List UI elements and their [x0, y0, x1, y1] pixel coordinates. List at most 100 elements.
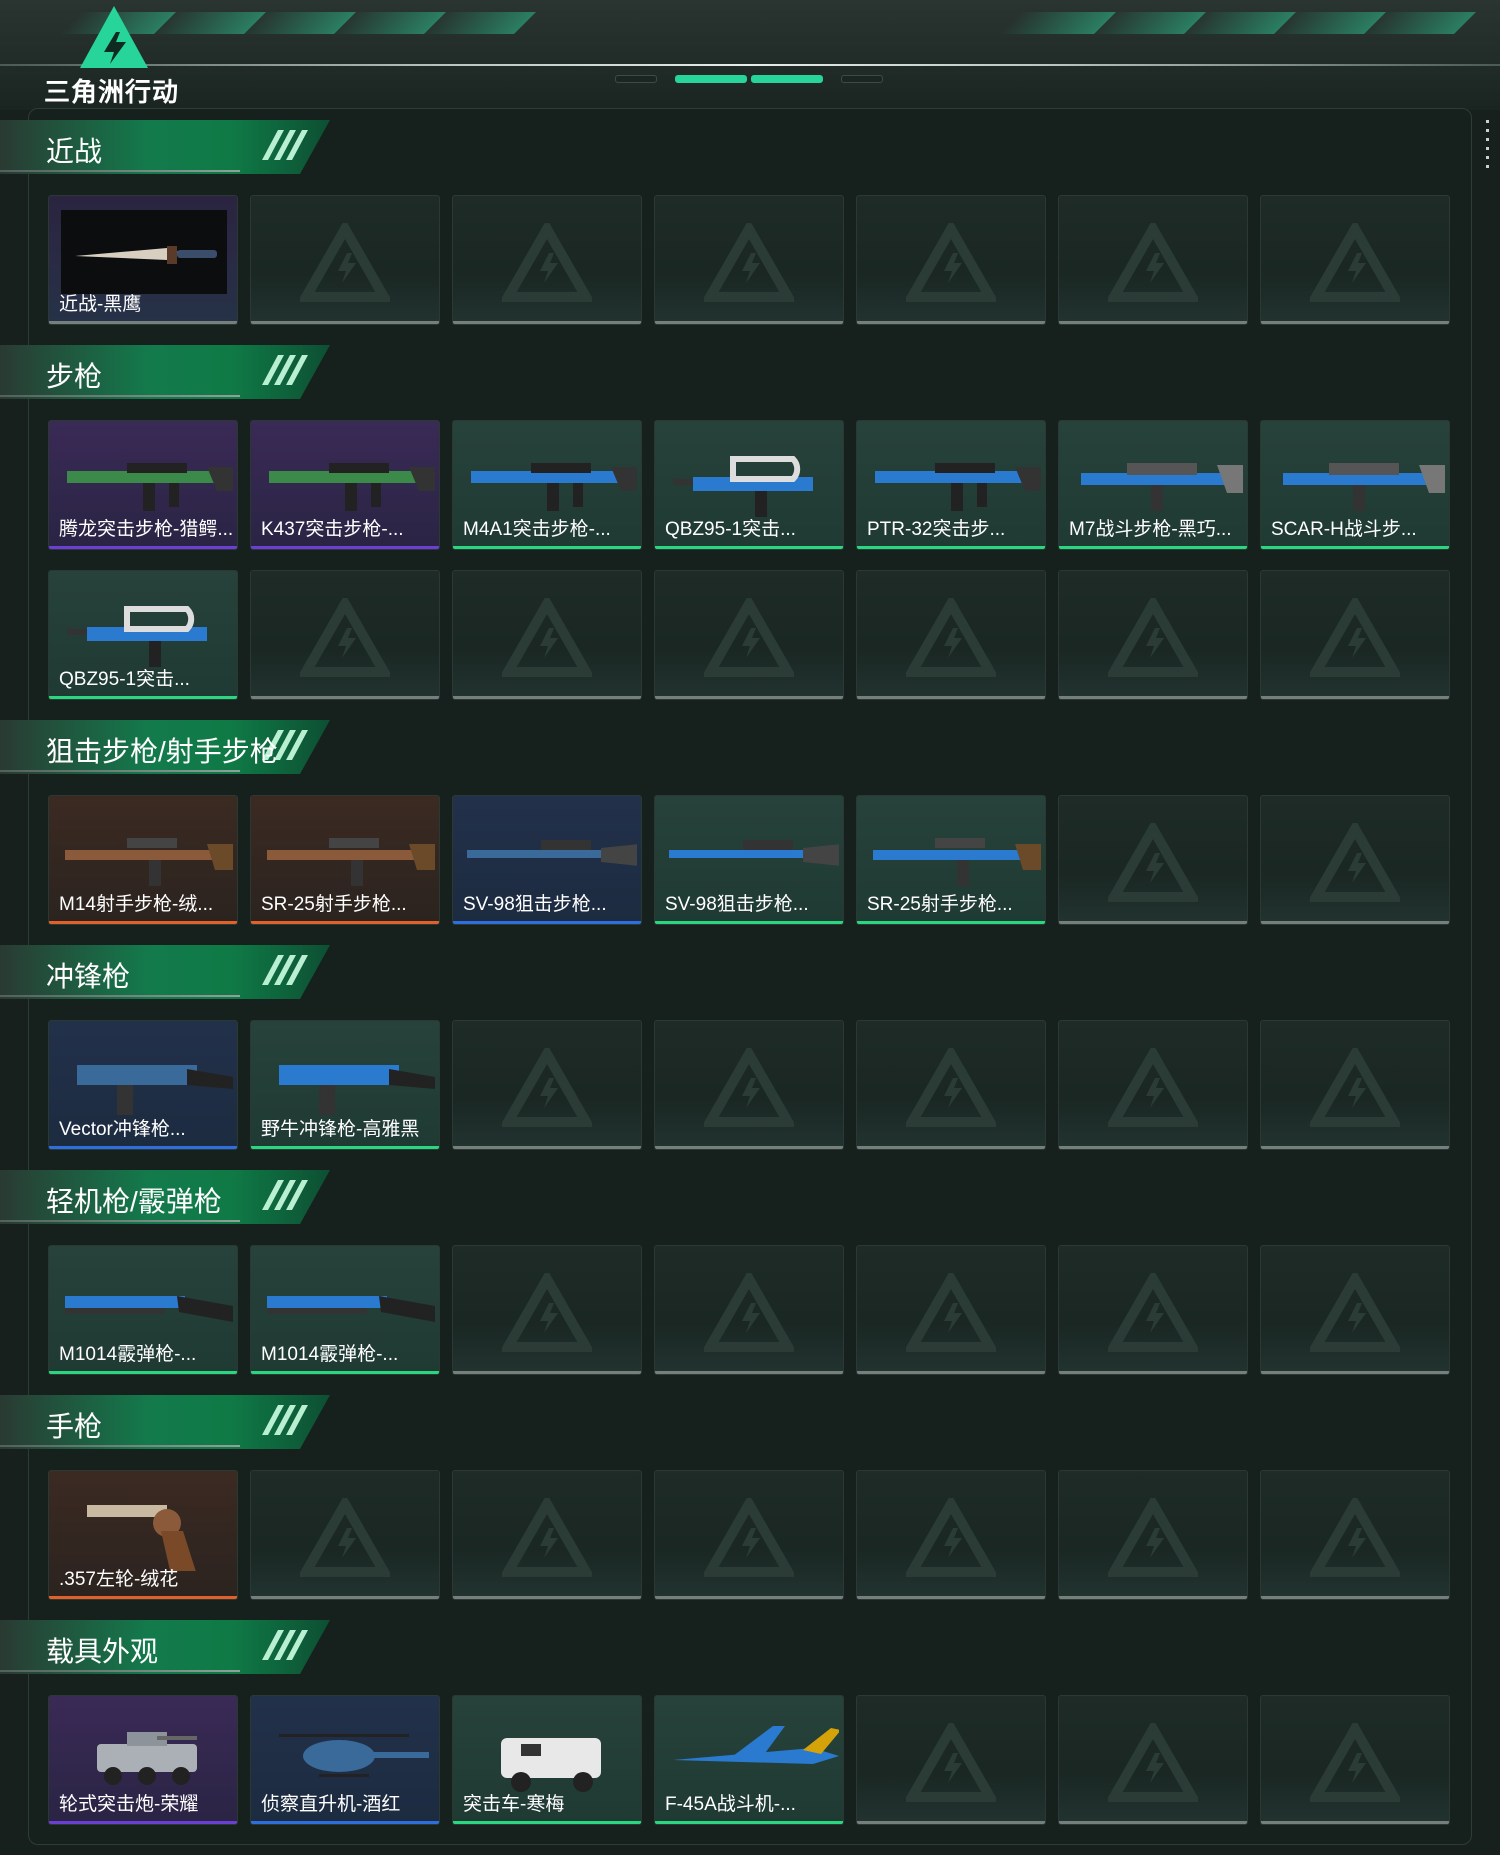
item-label: SCAR-H战斗步... — [1271, 519, 1417, 540]
item-card[interactable]: 突击车-寒梅 — [452, 1695, 642, 1825]
item-card[interactable]: SV-98狙击步枪... — [452, 795, 642, 925]
placeholder-logo-icon — [1310, 822, 1400, 902]
empty-slot — [1058, 1245, 1248, 1375]
fighter-jet-icon — [673, 1726, 839, 1764]
scrollbar[interactable] — [1486, 120, 1490, 174]
rarity-bar — [1261, 1371, 1449, 1374]
rarity-bar — [655, 1371, 843, 1374]
bullpup-rifle-icon — [67, 606, 207, 667]
placeholder-logo-icon — [704, 1497, 794, 1577]
item-card[interactable]: SR-25射手步枪... — [250, 795, 440, 925]
item-card[interactable]: M14射手步枪-绒... — [48, 795, 238, 925]
empty-slot — [654, 1245, 844, 1375]
empty-slot — [1260, 570, 1450, 700]
section-title: 轻机枪/霰弹枪 — [46, 1186, 222, 1217]
rarity-bar — [1059, 321, 1247, 324]
section-title: 近战 — [46, 136, 103, 167]
rarity-bar — [655, 1596, 843, 1599]
placeholder-logo-icon — [502, 1497, 592, 1577]
rarity-bar — [655, 921, 843, 924]
item-card[interactable]: QBZ95-1突击... — [654, 420, 844, 550]
placeholder-logo-icon — [1310, 222, 1400, 302]
placeholder-logo-icon — [1108, 1722, 1198, 1802]
item-label: .357左轮-绒花 — [59, 1569, 179, 1590]
item-card[interactable]: M4A1突击步枪-... — [452, 420, 642, 550]
item-card[interactable]: K437突击步枪-... — [250, 420, 440, 550]
empty-slot — [1260, 1245, 1450, 1375]
item-label: QBZ95-1突击... — [59, 669, 190, 690]
section-header: 轻机枪/霰弹枪 — [0, 1170, 330, 1224]
rarity-bar — [453, 696, 641, 699]
item-card[interactable]: SV-98狙击步枪... — [654, 795, 844, 925]
rarity-bar — [49, 546, 237, 549]
placeholder-logo-icon — [906, 1722, 996, 1802]
item-card[interactable]: 近战-黑鹰 — [48, 195, 238, 325]
item-label: 轮式突击炮-荣耀 — [59, 1794, 199, 1815]
rarity-bar — [857, 921, 1045, 924]
item-card[interactable]: SCAR-H战斗步... — [1260, 420, 1450, 550]
placeholder-logo-icon — [1108, 822, 1198, 902]
revolver-icon — [87, 1505, 196, 1571]
item-card[interactable]: F-45A战斗机-... — [654, 1695, 844, 1825]
item-card[interactable]: 野牛冲锋枪-高雅黑 — [250, 1020, 440, 1150]
item-label: SV-98狙击步枪... — [665, 894, 809, 915]
smg-icon — [279, 1065, 435, 1115]
item-card[interactable]: .357左轮-绒花 — [48, 1470, 238, 1600]
item-card[interactable]: 腾龙突击步枪-猎鳄... — [48, 420, 238, 550]
knife-icon — [61, 210, 227, 294]
item-card[interactable]: M1014霰弹枪-... — [250, 1245, 440, 1375]
bullpup-rifle-icon — [673, 456, 813, 517]
item-card[interactable]: M7战斗步枪-黑巧... — [1058, 420, 1248, 550]
empty-slot — [452, 1020, 642, 1150]
empty-slot — [1260, 1695, 1450, 1825]
rarity-bar — [1261, 546, 1449, 549]
empty-slot — [250, 570, 440, 700]
section-title: 冲锋枪 — [46, 961, 131, 992]
section-header: 冲锋枪 — [0, 945, 330, 999]
rarity-bar — [251, 921, 439, 924]
rarity-bar — [453, 1821, 641, 1824]
rarity-bar — [49, 1146, 237, 1149]
placeholder-logo-icon — [704, 222, 794, 302]
placeholder-logo-icon — [1108, 1272, 1198, 1352]
rarity-bar — [49, 1371, 237, 1374]
rarity-bar — [857, 1146, 1045, 1149]
rarity-bar — [251, 696, 439, 699]
empty-slot — [1260, 795, 1450, 925]
item-card[interactable]: Vector冲锋枪... — [48, 1020, 238, 1150]
placeholder-logo-icon — [1310, 1497, 1400, 1577]
empty-slot — [856, 1245, 1046, 1375]
item-card[interactable]: QBZ95-1突击... — [48, 570, 238, 700]
rarity-bar — [857, 1596, 1045, 1599]
empty-slot — [856, 195, 1046, 325]
placeholder-logo-icon — [300, 222, 390, 302]
empty-slot — [1260, 1020, 1450, 1150]
shotgun-icon — [65, 1296, 233, 1322]
empty-slot — [1260, 1470, 1450, 1600]
section-header-underline — [0, 395, 240, 397]
marksman-rifle-icon — [65, 838, 233, 886]
rarity-bar — [1059, 1146, 1247, 1149]
rarity-bar — [857, 1371, 1045, 1374]
section-header-underline — [0, 170, 240, 172]
placeholder-logo-icon — [704, 1272, 794, 1352]
placeholder-logo-icon — [1310, 1722, 1400, 1802]
item-label: SR-25射手步枪... — [261, 894, 407, 915]
section-header: 载具外观 — [0, 1620, 330, 1674]
empty-slot — [452, 1470, 642, 1600]
empty-slot — [1058, 795, 1248, 925]
battle-rifle-icon — [1283, 463, 1445, 511]
rarity-bar — [1059, 696, 1247, 699]
item-card[interactable]: SR-25射手步枪... — [856, 795, 1046, 925]
item-card[interactable]: 侦察直升机-酒红 — [250, 1695, 440, 1825]
item-card[interactable]: M1014霰弹枪-... — [48, 1245, 238, 1375]
item-label: M7战斗步枪-黑巧... — [1069, 519, 1232, 540]
item-label: PTR-32突击步... — [867, 519, 1006, 540]
marksman-rifle-icon — [267, 838, 435, 886]
item-label: F-45A战斗机-... — [665, 1794, 796, 1815]
smg-icon — [77, 1065, 233, 1115]
item-card[interactable]: 轮式突击炮-荣耀 — [48, 1695, 238, 1825]
helicopter-icon — [279, 1734, 429, 1777]
rarity-bar — [655, 321, 843, 324]
item-card[interactable]: PTR-32突击步... — [856, 420, 1046, 550]
